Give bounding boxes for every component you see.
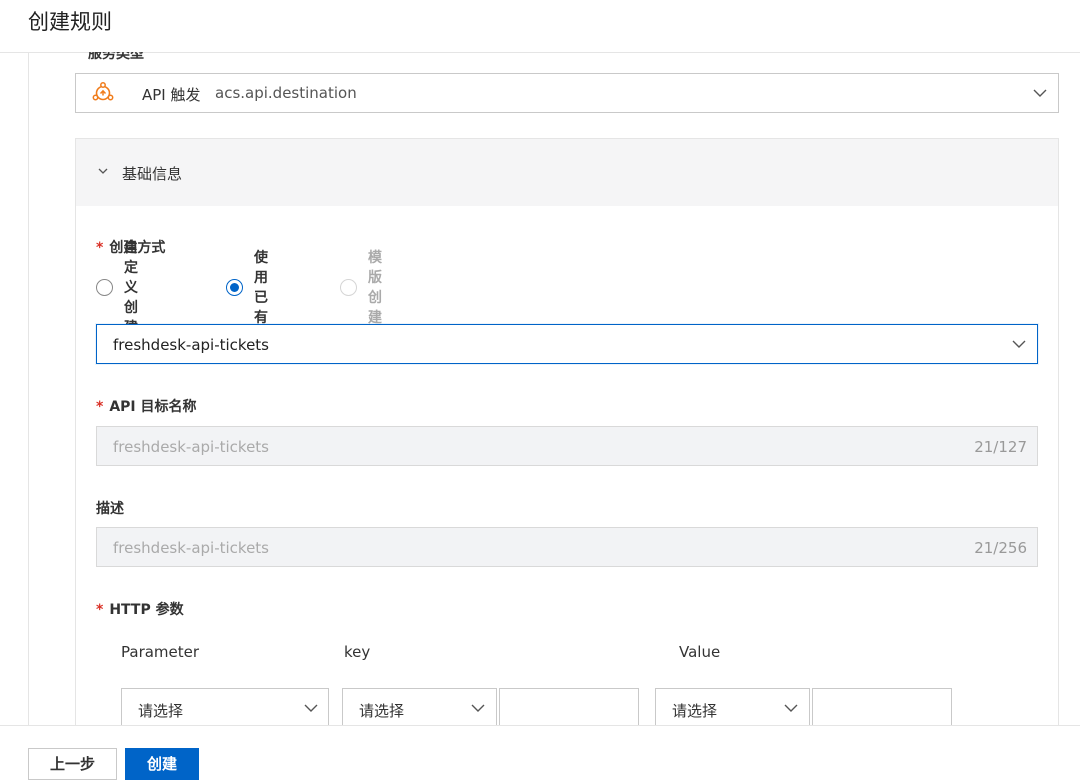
value-select-placeholder: 请选择 xyxy=(672,702,718,720)
description-label: 描述 xyxy=(96,501,124,517)
api-target-name-field: freshdesk-api-tickets 21/127 xyxy=(96,426,1038,466)
chevron-down-icon xyxy=(304,701,318,715)
column-header-key: key xyxy=(344,643,371,661)
service-type-select[interactable]: API 触发 acs.api.destination xyxy=(75,73,1059,113)
chevron-down-icon xyxy=(784,701,798,715)
radio-custom-create[interactable]: 自定义创建 xyxy=(96,240,138,336)
service-type-value: acs.api.destination xyxy=(215,84,357,102)
chevron-down-icon xyxy=(1033,86,1047,100)
api-target-name-value: freshdesk-api-tickets xyxy=(113,438,269,456)
chevron-down-icon xyxy=(471,701,485,715)
create-button[interactable]: 创建 xyxy=(125,748,199,780)
page-title: 创建规则 xyxy=(28,10,112,34)
radio-template-create: 模版创建 xyxy=(340,250,382,326)
description-value: freshdesk-api-tickets xyxy=(113,539,269,557)
api-target-name-label: * API 目标名称 xyxy=(96,399,197,415)
key-select-placeholder: 请选择 xyxy=(359,702,405,720)
column-header-value: Value xyxy=(679,643,721,661)
required-marker: * xyxy=(96,240,104,256)
parameter-select[interactable]: 请选择 xyxy=(121,688,329,728)
prev-step-button[interactable]: 上一步 xyxy=(28,748,117,780)
value-select[interactable]: 请选择 xyxy=(655,688,810,728)
key-input[interactable] xyxy=(499,688,639,728)
description-field: freshdesk-api-tickets 21/256 xyxy=(96,527,1038,567)
parameter-select-placeholder: 请选择 xyxy=(138,702,184,720)
char-counter: 21/256 xyxy=(974,539,1027,557)
radio-button xyxy=(340,278,357,296)
basic-info-title: 基础信息 xyxy=(122,165,183,183)
required-marker: * xyxy=(96,399,104,415)
value-input[interactable] xyxy=(812,688,952,728)
http-params-label: * HTTP 参数 xyxy=(96,602,184,618)
key-select[interactable]: 请选择 xyxy=(342,688,497,728)
service-type-label-text: API 触发 xyxy=(142,86,201,104)
column-header-parameter: Parameter xyxy=(121,643,200,661)
existing-api-select[interactable]: freshdesk-api-tickets xyxy=(96,324,1038,364)
required-marker: * xyxy=(96,602,104,618)
radio-button[interactable] xyxy=(226,278,243,296)
service-type-label: 服务类型 xyxy=(88,46,144,62)
header-divider xyxy=(0,52,1080,53)
left-rail-divider xyxy=(28,53,29,725)
api-trigger-icon xyxy=(92,82,114,104)
radio-button[interactable] xyxy=(96,278,113,296)
radio-use-existing[interactable]: 使用已有 xyxy=(226,250,268,326)
chevron-down-icon xyxy=(1012,337,1026,351)
basic-info-header[interactable]: 基础信息 xyxy=(76,139,1058,206)
chevron-down-icon xyxy=(98,166,108,176)
char-counter: 21/127 xyxy=(974,438,1027,456)
existing-api-value: freshdesk-api-tickets xyxy=(113,336,269,354)
